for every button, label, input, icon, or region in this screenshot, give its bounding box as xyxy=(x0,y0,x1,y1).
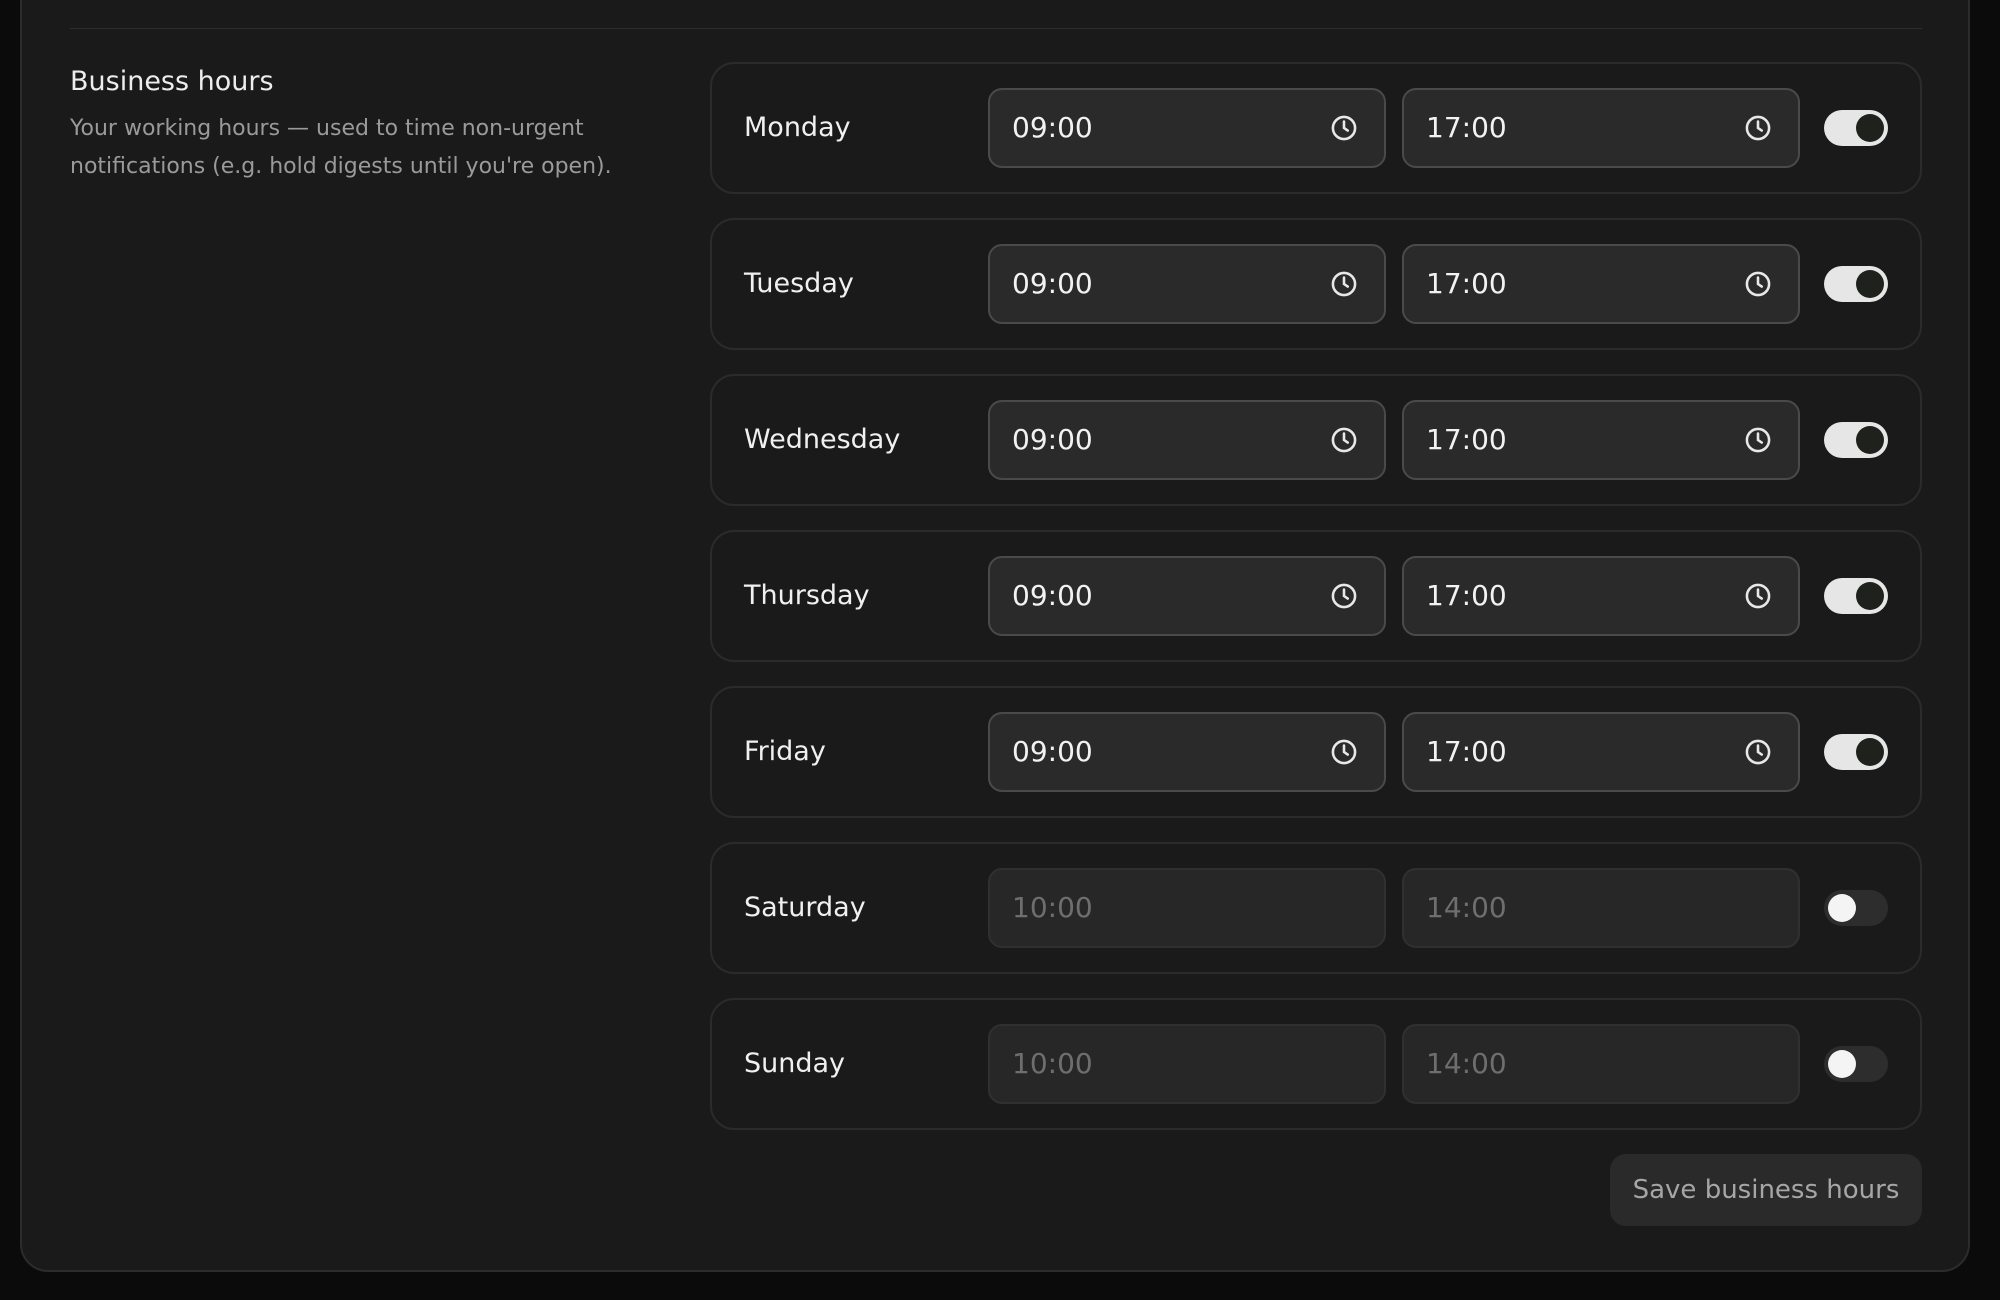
start-time-input[interactable]: 09:00 xyxy=(988,400,1386,480)
day-label: Wednesday xyxy=(744,424,901,455)
start-time-input[interactable]: 09:00 xyxy=(988,244,1386,324)
end-time-value: 17:00 xyxy=(1426,111,1507,144)
toggle-knob xyxy=(1828,894,1856,922)
start-time-value: 09:00 xyxy=(1012,267,1093,300)
day-enabled-toggle[interactable] xyxy=(1824,110,1888,146)
clock-icon xyxy=(1745,271,1771,297)
section-divider xyxy=(70,28,1922,29)
clock-icon xyxy=(1331,739,1357,765)
start-time-input[interactable]: 10:00 xyxy=(988,868,1386,948)
start-time-value: 09:00 xyxy=(1012,423,1093,456)
end-time-value: 17:00 xyxy=(1426,267,1507,300)
days-list: Monday 09:00 17:00 Tuesday 09:00 17:00 W… xyxy=(710,62,1922,1154)
start-time-value: 09:00 xyxy=(1012,111,1093,144)
clock-icon xyxy=(1331,115,1357,141)
day-label: Saturday xyxy=(744,892,866,923)
day-enabled-toggle[interactable] xyxy=(1824,578,1888,614)
end-time-value: 14:00 xyxy=(1426,1047,1507,1080)
day-label: Sunday xyxy=(744,1048,846,1079)
start-time-input[interactable]: 09:00 xyxy=(988,712,1386,792)
start-time-value: 09:00 xyxy=(1012,735,1093,768)
start-time-input[interactable]: 09:00 xyxy=(988,88,1386,168)
clock-icon xyxy=(1331,427,1357,453)
clock-icon xyxy=(1331,583,1357,609)
day-row-friday: Friday 09:00 17:00 xyxy=(710,686,1922,818)
start-time-value: 10:00 xyxy=(1012,1047,1093,1080)
end-time-value: 17:00 xyxy=(1426,735,1507,768)
day-label: Tuesday xyxy=(744,268,854,299)
toggle-knob xyxy=(1856,426,1884,454)
day-enabled-toggle[interactable] xyxy=(1824,1046,1888,1082)
toggle-knob xyxy=(1856,270,1884,298)
clock-icon xyxy=(1745,427,1771,453)
end-time-value: 17:00 xyxy=(1426,423,1507,456)
day-row-monday: Monday 09:00 17:00 xyxy=(710,62,1922,194)
clock-icon xyxy=(1745,739,1771,765)
toggle-knob xyxy=(1856,582,1884,610)
end-time-input[interactable]: 14:00 xyxy=(1402,868,1800,948)
save-business-hours-button[interactable]: Save business hours xyxy=(1610,1154,1922,1226)
day-enabled-toggle[interactable] xyxy=(1824,734,1888,770)
clock-icon xyxy=(1331,271,1357,297)
day-row-tuesday: Tuesday 09:00 17:00 xyxy=(710,218,1922,350)
clock-icon xyxy=(1745,583,1771,609)
start-time-input[interactable]: 10:00 xyxy=(988,1024,1386,1104)
end-time-input[interactable]: 17:00 xyxy=(1402,400,1800,480)
end-time-value: 17:00 xyxy=(1426,579,1507,612)
section-title: Business hours xyxy=(70,66,274,97)
day-label: Friday xyxy=(744,736,826,767)
day-label: Monday xyxy=(744,112,851,143)
day-row-thursday: Thursday 09:00 17:00 xyxy=(710,530,1922,662)
day-row-sunday: Sunday 10:00 14:00 xyxy=(710,998,1922,1130)
toggle-knob xyxy=(1828,1050,1856,1078)
day-enabled-toggle[interactable] xyxy=(1824,266,1888,302)
day-row-saturday: Saturday 10:00 14:00 xyxy=(710,842,1922,974)
day-row-wednesday: Wednesday 09:00 17:00 xyxy=(710,374,1922,506)
day-enabled-toggle[interactable] xyxy=(1824,422,1888,458)
section-description: Your working hours — used to time non-ur… xyxy=(70,116,612,179)
start-time-value: 10:00 xyxy=(1012,891,1093,924)
start-time-value: 09:00 xyxy=(1012,579,1093,612)
end-time-input[interactable]: 17:00 xyxy=(1402,712,1800,792)
clock-icon xyxy=(1745,115,1771,141)
end-time-input[interactable]: 17:00 xyxy=(1402,244,1800,324)
end-time-input[interactable]: 14:00 xyxy=(1402,1024,1800,1104)
end-time-value: 14:00 xyxy=(1426,891,1507,924)
end-time-input[interactable]: 17:00 xyxy=(1402,88,1800,168)
day-enabled-toggle[interactable] xyxy=(1824,890,1888,926)
toggle-knob xyxy=(1856,114,1884,142)
start-time-input[interactable]: 09:00 xyxy=(988,556,1386,636)
toggle-knob xyxy=(1856,738,1884,766)
day-label: Thursday xyxy=(744,580,870,611)
end-time-input[interactable]: 17:00 xyxy=(1402,556,1800,636)
